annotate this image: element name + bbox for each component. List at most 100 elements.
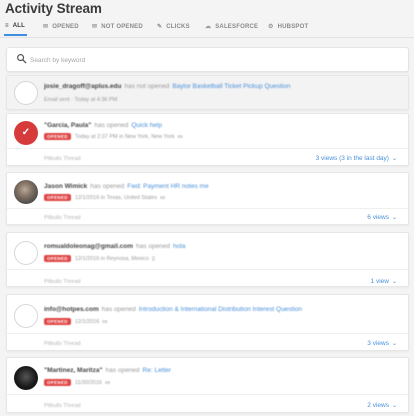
views-count: 3 views: [367, 340, 389, 347]
avatar: [14, 81, 38, 105]
avatar: [14, 180, 38, 204]
activity-summary: "Garcia, Paula" has opened Quick help: [44, 122, 162, 129]
recipient: romualdoleonag@gmail.com: [44, 243, 134, 250]
activity-time: 11/30/2016: [74, 379, 102, 386]
views-toggle[interactable]: 3 views ⌄: [367, 340, 397, 347]
tab-label: OPENED: [52, 23, 79, 30]
chevron-down-icon: ⌄: [391, 341, 397, 347]
avatar: [14, 241, 38, 265]
activity-meta: OPENED Today at 2:37 PM in New York, New…: [44, 133, 183, 140]
recipient: Jason Wimick: [44, 183, 88, 190]
views-toggle[interactable]: 2 views ⌄: [367, 402, 397, 409]
avatar: [14, 366, 38, 390]
activity-verb: has opened: [105, 367, 140, 374]
tab-label: HUBSPOT: [277, 23, 309, 30]
thread-label: Pitbulls Thread: [44, 215, 81, 221]
activity-card[interactable]: ✓ "Garcia, Paula" has opened Quick help OP…: [6, 113, 409, 166]
tab-all[interactable]: ≡ ALL: [5, 23, 25, 29]
activity-time: 12/1/2016 in Reynosa, Mexico: [74, 255, 149, 262]
activity-summary: "Martinez, Maritza" has opened Re: Letter: [44, 367, 171, 374]
views-toggle[interactable]: 6 views ⌄: [367, 214, 397, 221]
activity-verb: has opened: [101, 306, 136, 313]
email-subject-link[interactable]: Baylor Basketball Ticket Pickup Question: [172, 83, 290, 90]
activity-time: Email sent · Today at 4:36 PM: [44, 97, 118, 103]
tab-label: CLICKS: [166, 23, 190, 30]
status-badge: OPENED: [44, 318, 71, 325]
views-count: 2 views: [367, 402, 389, 409]
activity-verb: has opened: [90, 183, 125, 190]
activity-time: Today at 2:37 PM in New York, New York: [74, 133, 175, 140]
link-icon: ✎: [157, 24, 163, 30]
card-divider: [7, 148, 408, 149]
activity-summary: Jason Wimick has opened Fwd: Payment HR no…: [44, 183, 209, 190]
thread-label: Pitbulls Thread: [44, 403, 81, 409]
desktop-icon: ▭: [102, 318, 108, 325]
views-count: 3 views (3 in the last day): [315, 155, 389, 162]
avatar: ✓: [14, 121, 38, 145]
activity-meta: OPENED 12/1/2016 in Reynosa, Mexico ▯: [44, 255, 155, 262]
page-title: Activity Stream: [5, 1, 102, 16]
activity-card[interactable]: info@hotpes.com has opened Introduction & …: [6, 294, 409, 351]
tab-label: NOT OPENED: [101, 23, 143, 30]
status-badge: OPENED: [44, 255, 71, 262]
email-subject-link[interactable]: Quick help: [131, 122, 162, 129]
chevron-down-icon: ⌄: [391, 403, 397, 409]
views-toggle[interactable]: 1 view ⌄: [371, 278, 397, 285]
activity-summary: josie_dragoff@aplus.edu has not opened Bay…: [44, 83, 290, 90]
recipient: josie_dragoff@aplus.edu: [44, 83, 122, 90]
activity-card[interactable]: josie_dragoff@aplus.edu has not opened Bay…: [6, 75, 409, 110]
tab-salesforce[interactable]: ☁ SALESFORCE: [205, 23, 258, 31]
avatar: [14, 304, 38, 328]
search-icon: [17, 54, 27, 64]
activity-meta: Email sent · Today at 4:36 PM: [44, 97, 117, 103]
not-opened-icon: ✉: [92, 24, 98, 30]
activity-summary: romualdoleonag@gmail.com has opened hola: [44, 243, 185, 250]
activity-verb: has opened: [136, 243, 171, 250]
tab-not-opened[interactable]: ✉ NOT OPENED: [92, 23, 143, 31]
thread-label: Pitbulls Thread: [44, 156, 81, 162]
opened-icon: ✉: [43, 24, 49, 30]
activity-time: 12/1/2016 in Texas, United States: [74, 194, 157, 201]
email-subject-link[interactable]: hola: [173, 243, 185, 250]
views-toggle[interactable]: 3 views (3 in the last day) ⌄: [316, 155, 397, 162]
active-tab-indicator: [4, 34, 27, 36]
desktop-icon: ▭: [104, 379, 111, 386]
desktop-icon: ▭: [177, 133, 183, 140]
status-badge: OPENED: [44, 194, 71, 201]
card-divider: [7, 333, 408, 334]
recipient: "Garcia, Paula": [44, 122, 92, 129]
thread-label: Pitbulls Thread: [44, 341, 81, 347]
salesforce-icon: ☁: [205, 24, 212, 30]
list-icon: ≡: [5, 23, 9, 29]
email-subject-link[interactable]: Fwd: Payment HR notes me: [127, 183, 208, 190]
status-badge: OPENED: [44, 379, 71, 386]
chevron-down-icon: ⌄: [391, 156, 397, 162]
views-count: 6 views: [367, 214, 389, 221]
email-subject-link[interactable]: Re: Letter: [143, 367, 172, 374]
search-input[interactable]: [30, 53, 390, 67]
tab-opened[interactable]: ✉ OPENED: [43, 23, 79, 31]
tabs-divider: [0, 37, 414, 38]
activity-meta: OPENED 12/1/2016 in Texas, United States…: [44, 194, 165, 201]
mobile-icon: ▯: [151, 255, 155, 262]
views-count: 1 view: [370, 278, 389, 285]
activity-verb: has opened: [94, 122, 129, 129]
chevron-down-icon: ⌄: [391, 215, 397, 221]
activity-meta: OPENED 11/30/2016 ▭: [44, 379, 110, 386]
activity-meta: OPENED 12/1/2016 ▭: [44, 318, 107, 325]
activity-verb: has not opened: [124, 83, 170, 90]
chevron-down-icon: ⌄: [391, 279, 397, 285]
card-divider: [7, 269, 408, 270]
activity-card[interactable]: Jason Wimick has opened Fwd: Payment HR no…: [6, 172, 409, 225]
tab-hubspot[interactable]: ⚙ HUBSPOT: [268, 23, 309, 31]
email-subject-link[interactable]: Introduction & International Distributio…: [139, 306, 302, 313]
activity-card[interactable]: romualdoleonag@gmail.com has opened hola O…: [6, 232, 409, 287]
tab-clicks[interactable]: ✎ CLICKS: [157, 23, 190, 31]
status-badge: OPENED: [44, 133, 71, 140]
activity-card[interactable]: "Martinez, Maritza" has opened Re: Letter …: [6, 357, 409, 413]
brand-logo-icon: ✓: [21, 127, 31, 138]
card-divider: [7, 394, 408, 395]
activity-summary: info@hotpes.com has opened Introduction & …: [44, 306, 302, 313]
tab-label: ALL: [12, 23, 25, 29]
desktop-icon: ▭: [159, 194, 166, 201]
